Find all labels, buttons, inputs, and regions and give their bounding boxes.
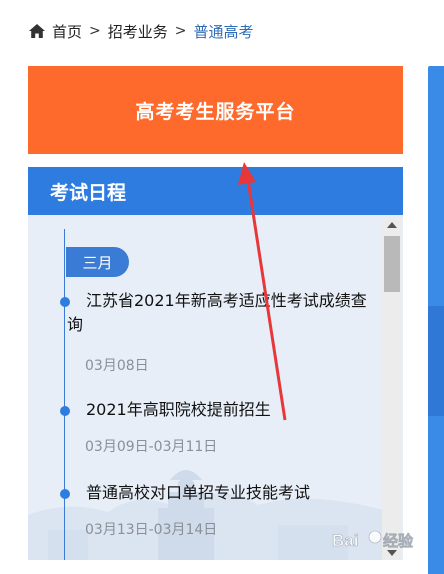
schedule-panel: 三月 江苏省2021年新高考适应性考试成绩查询 03月08日 2021年高职院校… bbox=[28, 215, 403, 560]
right-panel-stripe bbox=[428, 306, 444, 416]
breadcrumb: 首页 > 招考业务 > 普通高考 bbox=[28, 20, 254, 42]
breadcrumb-section-link[interactable]: 招考业务 bbox=[108, 21, 168, 42]
banner-title: 高考考生服务平台 bbox=[135, 100, 296, 123]
breadcrumb-current-link[interactable]: 普通高考 bbox=[194, 21, 254, 42]
scrollbar-thumb[interactable] bbox=[384, 236, 400, 292]
timeline-line bbox=[64, 229, 65, 560]
event-title[interactable]: 普通高校对口单招专业技能考试 bbox=[67, 481, 379, 505]
breadcrumb-home-link[interactable]: 首页 bbox=[52, 21, 82, 42]
month-badge[interactable]: 三月 bbox=[66, 247, 129, 277]
breadcrumb-separator: > bbox=[89, 23, 101, 39]
svg-text:Bai: Bai bbox=[332, 531, 358, 550]
service-platform-banner[interactable]: 高考考生服务平台 bbox=[28, 66, 403, 154]
event-date: 03月08日 bbox=[85, 358, 149, 374]
home-icon[interactable] bbox=[28, 23, 46, 39]
event-date: 03月09日-03月11日 bbox=[85, 439, 218, 455]
schedule-header: 考试日程 bbox=[28, 167, 403, 215]
baidu-watermark-logo: Bai 经验 bbox=[332, 530, 414, 550]
event-title[interactable]: 江苏省2021年新高考适应性考试成绩查询 bbox=[67, 289, 379, 337]
event-date: 03月13日-03月14日 bbox=[85, 522, 218, 538]
schedule-scrollbar[interactable] bbox=[382, 218, 402, 560]
svg-text:经验: 经验 bbox=[383, 532, 414, 550]
schedule-title: 考试日程 bbox=[50, 181, 127, 204]
right-side-panel bbox=[428, 66, 444, 574]
breadcrumb-separator: > bbox=[174, 23, 187, 39]
event-title[interactable]: 2021年高职院校提前招生 bbox=[67, 398, 379, 422]
scroll-up-arrow-icon[interactable] bbox=[387, 222, 397, 228]
